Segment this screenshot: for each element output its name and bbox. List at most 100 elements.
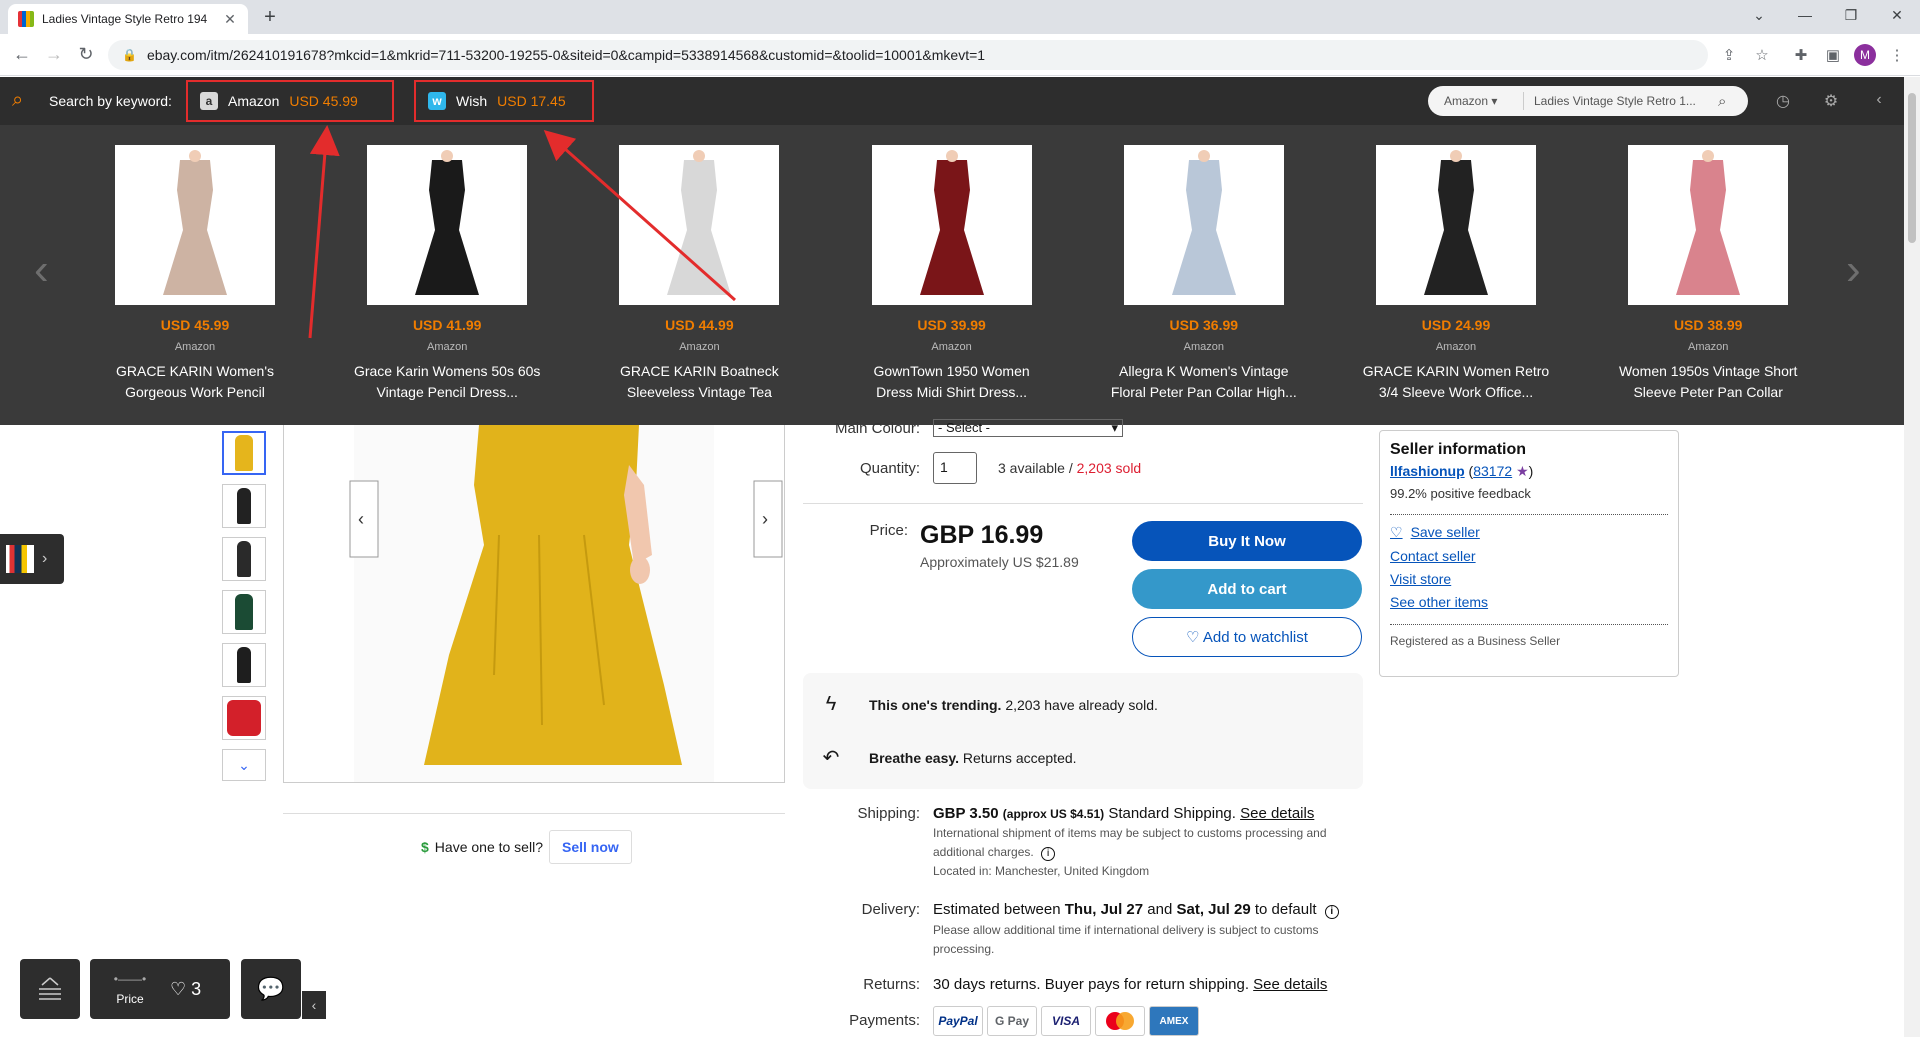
reload-icon[interactable]: ↻ <box>74 42 98 66</box>
chevron-right-icon: › <box>42 550 48 567</box>
browser-menu-icon[interactable]: ⋮ <box>1886 44 1908 66</box>
product-card[interactable]: USD 41.99 Amazon Grace Karin Womens 50s 60… <box>352 145 542 403</box>
thumbnail-black[interactable] <box>222 484 266 528</box>
sell-now-button[interactable]: Sell now <box>548 830 632 864</box>
product-card[interactable]: USD 38.99 Amazon Women 1950s Vintage Short… <box>1613 145 1803 403</box>
collapse-chevron-icon[interactable]: ‹ <box>1869 91 1889 109</box>
product-card[interactable]: USD 36.99 Amazon Allegra K Women's Vintage… <box>1109 145 1299 403</box>
extensions-puzzle-icon[interactable]: ✚ <box>1790 44 1812 66</box>
quantity-input[interactable]: 1 <box>933 452 977 484</box>
product-image[interactable] <box>367 145 528 305</box>
product-title[interactable]: GownTown 1950 Women Dress Midi Shirt Dre… <box>857 361 1047 403</box>
shipping-see-details-link[interactable]: See details <box>1240 805 1314 822</box>
source-select[interactable]: Amazon ▾ <box>1428 92 1524 110</box>
trending-text: 2,203 have already sold. <box>1005 696 1158 713</box>
save-seller-link[interactable]: ♡ Save seller <box>1390 524 1668 541</box>
share-icon[interactable]: ⇪ <box>1718 44 1740 66</box>
page-scrollbar[interactable] <box>1904 77 1920 1037</box>
compare-search-query[interactable]: Ladies Vintage Style Retro 1... <box>1524 94 1718 108</box>
add-to-cart-button[interactable]: Add to cart <box>1132 569 1362 609</box>
returns-bold: Breathe easy. <box>869 749 960 766</box>
price-tracker-panel[interactable]: •——• Price ♡ 3 <box>90 959 230 1019</box>
product-title[interactable]: GRACE KARIN Women Retro 3/4 Sleeve Work … <box>1361 361 1551 403</box>
tab-search-chevron-icon[interactable]: ⌄ <box>1736 0 1782 30</box>
see-other-items-link[interactable]: See other items <box>1390 594 1668 610</box>
svg-text:›: › <box>762 509 768 529</box>
thumbnail-yellow[interactable] <box>222 431 266 475</box>
info-icon[interactable]: i <box>1041 847 1056 861</box>
search-icon[interactable]: ⌕ <box>1718 93 1748 110</box>
seller-information-card: Seller information llfashionup (83172 ★)… <box>1379 430 1679 677</box>
product-price: USD 38.99 <box>1673 317 1743 333</box>
close-tab-icon[interactable]: ✕ <box>222 11 238 28</box>
info-icon[interactable]: i <box>1324 905 1339 919</box>
thumbnail-black-2[interactable] <box>222 537 266 581</box>
product-image[interactable] <box>619 145 780 305</box>
product-image[interactable] <box>1123 145 1284 305</box>
profile-avatar[interactable]: M <box>1854 44 1876 66</box>
close-window-icon[interactable]: ✕ <box>1874 0 1920 30</box>
svg-text:‹: ‹ <box>358 509 364 529</box>
likes-count[interactable]: ♡ 3 <box>170 979 201 1000</box>
side-panel-icon[interactable]: ▣ <box>1822 44 1844 66</box>
contact-seller-link[interactable]: Contact seller <box>1390 548 1668 564</box>
price-value: GBP 16.99 <box>920 521 1044 549</box>
product-title[interactable]: GRACE KARIN Women's Gorgeous Work Pencil… <box>100 361 290 403</box>
settings-gear-icon[interactable]: ⚙ <box>1821 91 1841 111</box>
carousel-prev-icon[interactable]: ‹ <box>34 245 49 295</box>
amex-icon: AMEX <box>1149 1006 1199 1036</box>
main-colour-select[interactable]: - Select - ▾ <box>933 419 1123 437</box>
menu-icon <box>39 977 61 1000</box>
price-approx: Approximately US $21.89 <box>920 554 1079 570</box>
more-thumbnails-chevron-icon[interactable]: ⌄ <box>222 749 266 781</box>
compare-search-box[interactable]: Amazon ▾ Ladies Vintage Style Retro 1...… <box>1428 86 1748 116</box>
history-clock-icon[interactable]: ◷ <box>1773 91 1793 111</box>
product-title[interactable]: GRACE KARIN Boatneck Sleeveless Vintage … <box>604 361 794 403</box>
add-to-watchlist-button[interactable]: ♡ Add to watchlist <box>1132 617 1362 657</box>
product-title[interactable]: Allegra K Women's Vintage Floral Peter P… <box>1109 361 1299 403</box>
product-image[interactable] <box>1376 145 1536 305</box>
chat-button[interactable]: 💬 <box>241 959 301 1019</box>
buy-it-now-button[interactable]: Buy It Now <box>1132 521 1362 561</box>
product-image[interactable] <box>871 145 1032 305</box>
thumbnail-green[interactable] <box>222 590 266 634</box>
wish-price-box[interactable]: w Wish USD 17.45 <box>414 80 594 122</box>
product-card[interactable]: USD 44.99 Amazon GRACE KARIN Boatneck Slee… <box>604 145 794 403</box>
side-widget[interactable]: › <box>0 534 64 584</box>
product-price: USD 39.99 <box>917 317 986 333</box>
availability-text: 3 available / 2,203 sold <box>998 460 1142 476</box>
product-image[interactable] <box>1628 145 1789 305</box>
seller-username-link[interactable]: llfashionup <box>1390 463 1465 479</box>
url-field[interactable]: 🔒 ebay.com/itm/262410191678?mkcid=1&mkri… <box>108 40 1708 70</box>
seller-score-link[interactable]: 83172 <box>1473 463 1512 479</box>
thumbnail-black-3[interactable] <box>222 643 266 687</box>
product-card[interactable]: USD 39.99 Amazon GownTown 1950 Women Dress… <box>857 145 1047 403</box>
heart-icon: ♡ <box>1390 524 1403 540</box>
dotted-divider <box>1390 514 1668 515</box>
amazon-price: USD 45.99 <box>289 93 358 109</box>
product-card[interactable]: USD 45.99 Amazon GRACE KARIN Women's Gorge… <box>100 145 290 403</box>
product-title[interactable]: Women 1950s Vintage Short Sleeve Peter P… <box>1613 361 1803 403</box>
collapse-panel-chevron-icon[interactable]: ‹ <box>302 991 326 1019</box>
product-image[interactable] <box>115 145 275 305</box>
product-card[interactable]: USD 24.99 Amazon GRACE KARIN Women Retro 3… <box>1361 145 1551 403</box>
restore-icon[interactable]: ❐ <box>1828 0 1874 30</box>
main-product-image[interactable]: ‹ › <box>283 425 785 783</box>
product-price: USD 24.99 <box>1421 317 1491 333</box>
bookmark-star-icon[interactable]: ☆ <box>1751 44 1773 66</box>
amazon-price-box[interactable]: a Amazon USD 45.99 <box>186 80 394 122</box>
shipping-approx: (approx US $4.51) <box>1002 807 1105 821</box>
back-icon[interactable]: ← <box>10 42 34 66</box>
thumbnail-red[interactable] <box>222 696 266 740</box>
minimize-icon[interactable]: — <box>1782 0 1828 30</box>
browser-tab[interactable]: Ladies Vintage Style Retro 194 ✕ <box>8 4 248 34</box>
wish-icon: w <box>428 92 446 110</box>
menu-bars-button[interactable] <box>20 959 80 1019</box>
forward-icon[interactable]: → <box>42 42 66 66</box>
new-tab-icon[interactable]: + <box>258 6 282 29</box>
product-source: Amazon <box>427 341 468 353</box>
product-title[interactable]: Grace Karin Womens 50s 60s Vintage Penci… <box>352 361 542 403</box>
carousel-next-icon[interactable]: › <box>1846 245 1861 295</box>
returns-see-details-link[interactable]: See details <box>1253 976 1327 993</box>
visit-store-link[interactable]: Visit store <box>1390 571 1668 587</box>
